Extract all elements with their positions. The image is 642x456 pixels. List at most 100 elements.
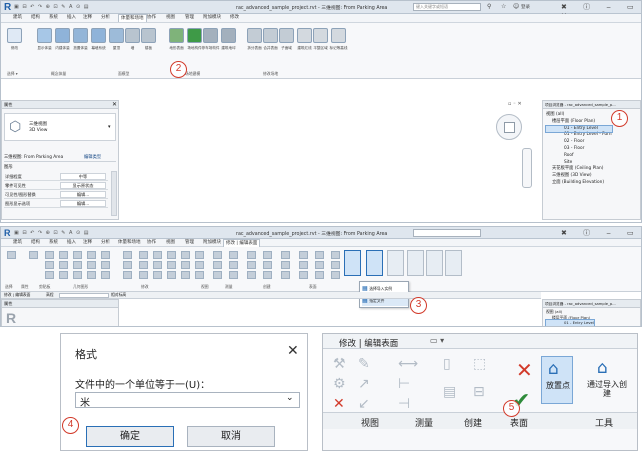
- small-tool-button[interactable]: [101, 271, 110, 279]
- import-create-button[interactable]: ⌂ 通过导入创建: [585, 356, 629, 404]
- small-tool-button[interactable]: [123, 251, 132, 259]
- tab2-2[interactable]: 系统: [49, 239, 58, 247]
- small-tool-button[interactable]: [101, 251, 110, 259]
- small-tool-button[interactable]: [247, 271, 256, 279]
- canvas-window-controls[interactable]: ▫ ◦ ✕: [508, 101, 522, 107]
- ribbon-button-6[interactable]: [125, 28, 140, 43]
- ribbon-button-3[interactable]: [73, 28, 88, 43]
- ribbon-button-15[interactable]: [297, 28, 312, 43]
- close-icon[interactable]: ✕: [287, 343, 299, 359]
- tab-1[interactable]: 结构: [31, 14, 40, 22]
- ok-button[interactable]: 确定: [86, 426, 174, 447]
- tab-0[interactable]: 建筑: [13, 14, 22, 22]
- disabled-tool-icon[interactable]: ⊣: [398, 396, 410, 412]
- ribbon-button-1[interactable]: [37, 28, 52, 43]
- viewcube-icon[interactable]: [496, 114, 522, 140]
- tab2-10[interactable]: 附加模块: [203, 239, 221, 247]
- small-tool-button[interactable]: [213, 271, 222, 279]
- small-tool-button[interactable]: [73, 271, 82, 279]
- small-tool-button[interactable]: [247, 261, 256, 269]
- quick-access-toolbar-2[interactable]: ▣ ⊟ ↶ ↷ ⊕ ⊡ ✎ A ⊙ ▤: [14, 230, 90, 236]
- ribbon-button-7[interactable]: [141, 28, 156, 43]
- small-tool-button[interactable]: [281, 261, 290, 269]
- tab-10[interactable]: 附加模块: [203, 14, 221, 22]
- small-tool-button[interactable]: [73, 251, 82, 259]
- small-tool-button[interactable]: [87, 271, 96, 279]
- disabled-tool-icon[interactable]: ⟷: [398, 356, 418, 372]
- small-tool-button[interactable]: [167, 261, 176, 269]
- tab-7[interactable]: 协作: [147, 14, 156, 22]
- small-tool-button[interactable]: [45, 261, 54, 269]
- small-tool-button[interactable]: [139, 261, 148, 269]
- disabled-tool-icon[interactable]: ↙: [358, 396, 370, 412]
- disabled-tool-icon[interactable]: ▯: [443, 356, 451, 372]
- ribbon-button-10[interactable]: [203, 28, 218, 43]
- browser-item[interactable]: 01 - Entry Level: [545, 319, 595, 326]
- small-tool-button[interactable]: [7, 251, 16, 259]
- small-tool-button[interactable]: [101, 261, 110, 269]
- small-tool-button[interactable]: [29, 251, 38, 259]
- tab2-8[interactable]: 视图: [166, 239, 175, 247]
- small-tool-button[interactable]: [45, 251, 54, 259]
- small-tool-button[interactable]: [153, 261, 162, 269]
- type-selector[interactable]: ⬡ 三维视图 3D View ▾: [4, 113, 116, 141]
- disabled-tool-icon[interactable]: ⬚: [473, 356, 486, 372]
- search-icon[interactable]: ⚲: [487, 3, 491, 10]
- small-tool-button[interactable]: [59, 271, 68, 279]
- small-tool-button[interactable]: [139, 271, 148, 279]
- small-tool-button[interactable]: [247, 251, 256, 259]
- small-tool-button[interactable]: [229, 271, 238, 279]
- tab-5[interactable]: 分析: [101, 14, 110, 22]
- tab-6[interactable]: 体量和场地: [118, 14, 147, 22]
- small-tool-button[interactable]: [331, 261, 340, 269]
- small-tool-button[interactable]: [73, 261, 82, 269]
- cancel-edit-icon[interactable]: ✕: [516, 358, 533, 382]
- tab-2[interactable]: 系统: [49, 14, 58, 22]
- small-tool-button[interactable]: [229, 261, 238, 269]
- small-tool-button[interactable]: [195, 261, 204, 269]
- tab2-0[interactable]: 建筑: [13, 239, 22, 247]
- small-tool-button[interactable]: [167, 251, 176, 259]
- small-tool-button[interactable]: [281, 271, 290, 279]
- ribbon-button-14[interactable]: [279, 28, 294, 43]
- disabled-tool-icon[interactable]: ⊢: [398, 376, 410, 392]
- small-tool-button[interactable]: [45, 271, 54, 279]
- elevation-input[interactable]: [59, 293, 109, 298]
- revit-logo-icon-2[interactable]: R: [4, 228, 11, 238]
- small-tool-button[interactable]: [59, 251, 68, 259]
- small-tool-button[interactable]: [167, 271, 176, 279]
- small-tool-button[interactable]: [87, 251, 96, 259]
- small-tool-button[interactable]: [123, 271, 132, 279]
- disabled-tool-icon[interactable]: ▤: [443, 384, 456, 400]
- ribbon-button-8[interactable]: [169, 28, 184, 43]
- chevron-down-icon[interactable]: ▾: [108, 124, 111, 130]
- properties-scrollbar[interactable]: [111, 171, 117, 216]
- small-tool-button[interactable]: [195, 251, 204, 259]
- small-tool-button[interactable]: [331, 251, 340, 259]
- small-tool-button[interactable]: [281, 251, 290, 259]
- search-input-2[interactable]: [413, 229, 481, 237]
- ribbon-button-17[interactable]: [331, 28, 346, 43]
- ribbon-button-5[interactable]: [109, 28, 124, 43]
- revit-logo-icon[interactable]: R: [4, 2, 11, 13]
- cancel-button[interactable]: 取消: [187, 426, 275, 447]
- large-tool-button[interactable]: [445, 250, 462, 276]
- ribbon-button-0[interactable]: [7, 28, 22, 43]
- small-tool-button[interactable]: [315, 251, 324, 259]
- tab2-9[interactable]: 管理: [185, 239, 194, 247]
- large-tool-button[interactable]: [407, 250, 424, 276]
- tab2-3[interactable]: 插入: [67, 239, 76, 247]
- small-tool-button[interactable]: [331, 271, 340, 279]
- property-value[interactable]: 编辑...: [60, 191, 106, 198]
- tab-modify-edit-surface[interactable]: 修改 | 编辑表面: [223, 239, 261, 247]
- quick-access-toolbar[interactable]: ▣ ⊟ ↶ ↷ ⊕ ⊡ ✎ A ⊙ ▤: [14, 4, 90, 10]
- ribbon-button-9[interactable]: [187, 28, 202, 43]
- property-value[interactable]: 中等: [60, 173, 106, 180]
- small-tool-button[interactable]: [181, 261, 190, 269]
- small-tool-button[interactable]: [315, 261, 324, 269]
- tab-8[interactable]: 视图: [166, 14, 175, 22]
- user-login[interactable]: 登录: [521, 4, 530, 10]
- disabled-tool-icon[interactable]: ✕: [333, 396, 345, 412]
- small-tool-button[interactable]: [213, 261, 222, 269]
- browser-item[interactable]: 楼层平面 (Floor Plan): [546, 119, 612, 126]
